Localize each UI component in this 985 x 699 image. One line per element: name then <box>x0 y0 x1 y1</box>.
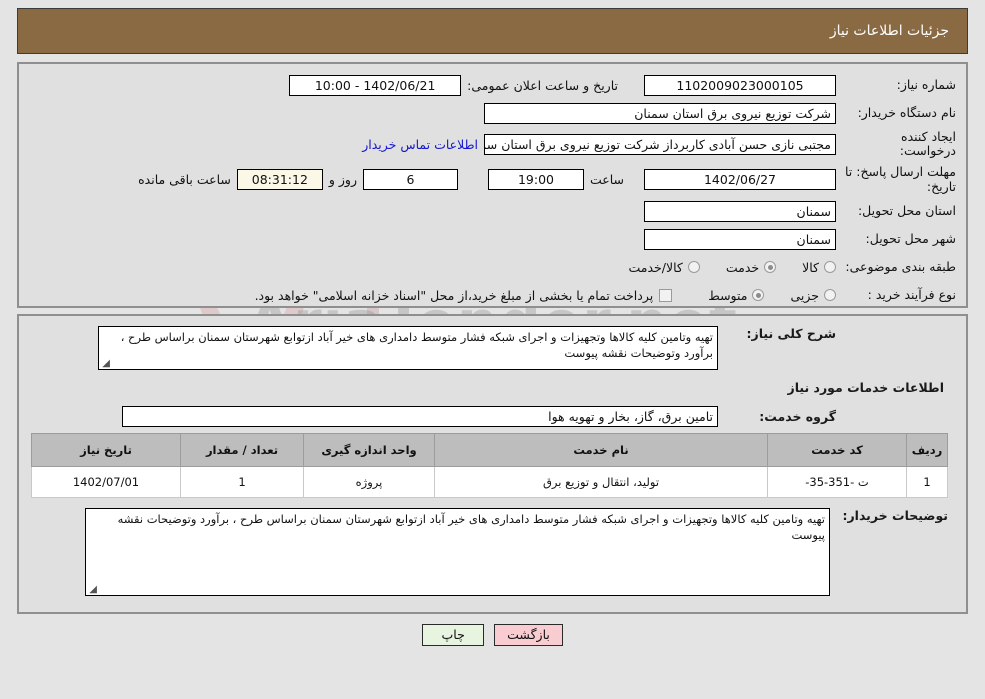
radio-icon-selected[interactable] <box>764 261 777 273</box>
process-option-label: متوسط <box>708 287 748 303</box>
row-deadline: مهلت ارسال پاسخ: تا تاریخ: 1402/06/27 سا… <box>29 164 956 194</box>
cell-quantity: 1 <box>180 466 304 498</box>
buyer-notes-label: توضیحات خریدار: <box>842 508 948 523</box>
footer-actions: بازگشت چاپ <box>0 624 985 646</box>
buyer-contact-link[interactable]: اطلاعات تماس خریدار <box>356 137 484 152</box>
city-label: شهر محل تحویل: <box>865 231 956 246</box>
row-buyer-notes: توضیحات خریدار: تهیه وتامین کلیه کالاها … <box>29 508 948 596</box>
services-table: ردیف کد خدمت نام خدمت واحد اندازه گیری ت… <box>31 433 948 498</box>
row-province: استان محل تحویل: سمنان <box>29 200 956 222</box>
announce-field[interactable]: 1402/06/21 - 10:00 <box>289 74 462 96</box>
service-group-field[interactable]: تامین برق، گاز، بخار و تهویه هوا <box>122 405 718 427</box>
cell-unit: پروژه <box>303 466 435 498</box>
cell-service-code: ت -351-35- <box>767 466 907 498</box>
buyer-org-field[interactable]: شرکت توزیع نیروی برق استان سمنان <box>484 102 836 124</box>
description-text: تهیه وتامین کلیه کالاها وتجهیزات و اجرای… <box>120 330 713 360</box>
deadline-label: مهلت ارسال پاسخ: تا تاریخ: <box>845 164 956 194</box>
th-radif: ردیف <box>906 433 948 467</box>
row-city: شهر محل تحویل: سمنان <box>29 228 956 250</box>
category-option-label: کالا/خدمت <box>628 259 683 275</box>
deadline-countdown-label: ساعت باقی مانده <box>138 171 231 187</box>
th-need-date: تاریخ نیاز <box>31 433 181 467</box>
table-header-row: ردیف کد خدمت نام خدمت واحد اندازه گیری ت… <box>31 433 948 467</box>
description-textarea[interactable]: تهیه وتامین کلیه کالاها وتجهیزات و اجرای… <box>98 326 718 370</box>
service-group-label: گروه خدمت: <box>759 408 836 424</box>
treasury-bond-note: پرداخت تمام یا بخشی از مبلغ خرید،از محل … <box>254 287 654 303</box>
page-header-bar: جزئیات اطلاعات نیاز <box>17 8 968 54</box>
row-category: طبقه بندی موضوعی: کالا خدمت کالا/خدمت <box>29 256 956 278</box>
services-section-title: اطلاعات خدمات مورد نیاز <box>787 380 945 395</box>
row-requester: ایجاد کننده درخواست: مجتبی نازی حسن آباد… <box>29 130 956 158</box>
print-button[interactable]: چاپ <box>422 624 485 646</box>
description-label: شرح کلی نیاز: <box>746 326 836 341</box>
category-option-khedmat[interactable]: خدمت <box>725 259 777 275</box>
row-process-type: نوع فرآیند خرید : جزیی متوسط پرداخت تمام… <box>29 284 956 306</box>
row-description: شرح کلی نیاز: تهیه وتامین کلیه کالاها وت… <box>29 326 836 370</box>
need-info-panel: شماره نیاز: 1102009023000105 تاریخ و ساع… <box>17 62 968 308</box>
category-option-label: کالا <box>802 259 819 275</box>
page-title: جزئیات اطلاعات نیاز <box>829 23 949 39</box>
category-radio-group: کالا خدمت کالا/خدمت <box>602 260 836 275</box>
radio-icon-selected[interactable] <box>752 289 765 301</box>
process-option-jozei[interactable]: جزیی <box>790 288 836 303</box>
need-details-panel: شرح کلی نیاز: تهیه وتامین کلیه کالاها وت… <box>17 314 968 614</box>
province-field[interactable]: سمنان <box>644 200 836 222</box>
th-service-code: کد خدمت <box>767 433 907 467</box>
city-field[interactable]: سمنان <box>644 228 836 250</box>
deadline-days-field[interactable]: 6 <box>362 168 458 190</box>
category-option-label: خدمت <box>725 259 760 275</box>
deadline-time-label: ساعت <box>589 171 624 187</box>
deadline-days-label: روز و <box>328 171 357 187</box>
radio-icon[interactable] <box>824 289 836 301</box>
row-buyer-org: نام دستگاه خریدار: شرکت توزیع نیروی برق … <box>29 102 956 124</box>
deadline-time-field[interactable]: 19:00 <box>487 168 584 190</box>
back-button[interactable]: بازگشت <box>494 624 563 646</box>
th-quantity: تعداد / مقدار <box>180 433 304 467</box>
services-table-wrapper: ردیف کد خدمت نام خدمت واحد اندازه گیری ت… <box>31 433 948 498</box>
row-need-number: شماره نیاز: 1102009023000105 تاریخ و ساع… <box>29 74 956 96</box>
buyer-notes-text: تهیه وتامین کلیه کالاها وتجهیزات و اجرای… <box>117 512 825 542</box>
need-number-field[interactable]: 1102009023000105 <box>644 74 836 96</box>
table-row: 1 ت -351-35- تولید، انتقال و توزیع برق پ… <box>31 466 948 498</box>
buyer-notes-textarea[interactable]: تهیه وتامین کلیه کالاها وتجهیزات و اجرای… <box>85 508 830 596</box>
deadline-date-field[interactable]: 1402/06/27 <box>644 168 836 190</box>
radio-icon[interactable] <box>687 261 700 273</box>
province-label: استان محل تحویل: <box>857 203 956 218</box>
cell-need-date: 1402/07/01 <box>31 466 181 498</box>
th-unit: واحد اندازه گیری <box>303 433 435 467</box>
process-type-label: نوع فرآیند خرید : <box>867 287 956 302</box>
requester-label: ایجاد کننده درخواست: <box>899 129 956 158</box>
category-option-kala-khedmat[interactable]: کالا/خدمت <box>628 259 700 275</box>
radio-icon[interactable] <box>824 261 836 273</box>
announce-label: تاریخ و ساعت اعلان عمومی: <box>467 77 618 93</box>
process-type-radio-group: جزیی متوسط <box>682 288 836 303</box>
deadline-countdown-field: 08:31:12 <box>236 168 323 190</box>
th-service-name: نام خدمت <box>434 433 768 467</box>
resize-grip-icon[interactable]: ◢ <box>101 359 110 369</box>
resize-grip-icon[interactable]: ◢ <box>88 585 97 595</box>
cell-radif: 1 <box>906 466 948 498</box>
process-option-motavaset[interactable]: متوسط <box>708 287 765 303</box>
category-label: طبقه بندی موضوعی: <box>845 259 956 274</box>
row-service-group: گروه خدمت: تامین برق، گاز، بخار و تهویه … <box>29 405 836 427</box>
page-root: جزئیات اطلاعات نیاز شماره نیاز: 11020090… <box>0 8 985 646</box>
cell-service-name: تولید، انتقال و توزیع برق <box>434 466 768 498</box>
category-option-kala[interactable]: کالا <box>802 260 836 275</box>
treasury-bond-checkbox[interactable] <box>659 288 673 302</box>
buyer-org-label: نام دستگاه خریدار: <box>857 105 956 120</box>
process-option-label: جزیی <box>790 287 819 303</box>
requester-field[interactable]: مجتبی نازی حسن آبادی کاربرداز شرکت توزیع… <box>484 133 836 155</box>
need-number-label: شماره نیاز: <box>896 77 956 92</box>
